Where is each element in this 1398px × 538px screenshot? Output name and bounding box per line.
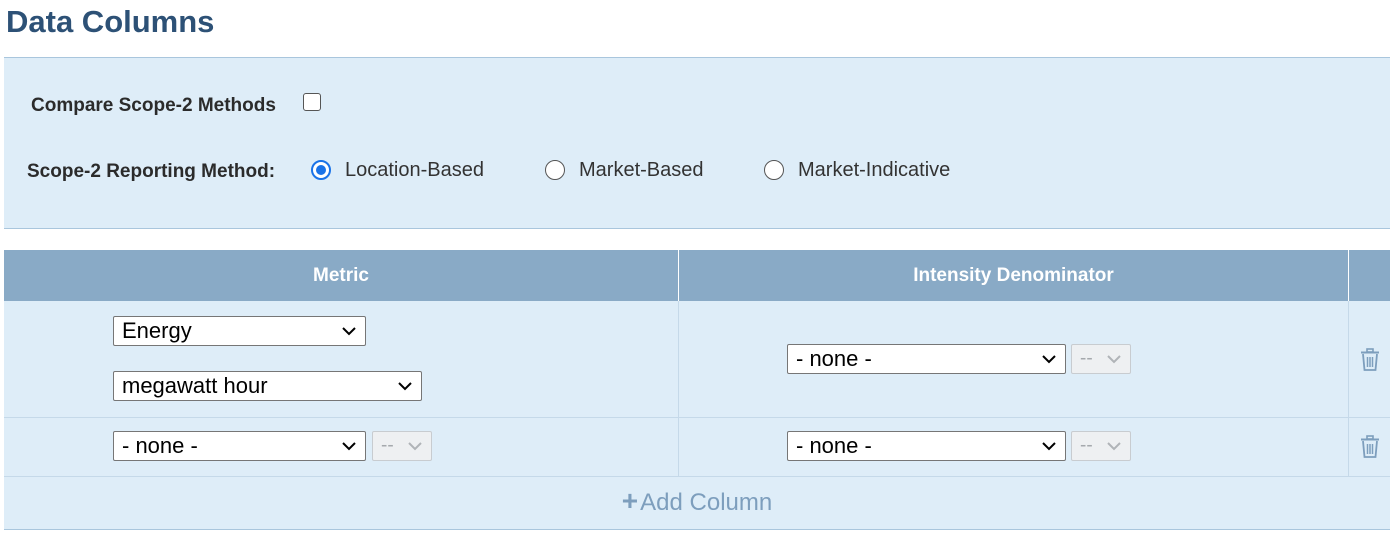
radio-location-based[interactable] <box>311 160 331 180</box>
metric-unit-value: -- <box>381 435 394 456</box>
chevron-down-icon <box>342 442 356 451</box>
column-divider <box>678 301 679 476</box>
chevron-down-icon <box>1107 355 1121 364</box>
denominator-select-value: - none - <box>796 346 872 371</box>
denominator-select-value: - none - <box>796 433 872 458</box>
scope2-options-panel: Compare Scope-2 Methods Scope-2 Reportin… <box>4 57 1390 229</box>
denominator-select[interactable]: - none - <box>787 344 1066 374</box>
chevron-down-icon <box>342 327 356 336</box>
header-metric: Metric <box>313 265 369 286</box>
reporting-method-label: Scope-2 Reporting Method: <box>27 161 276 182</box>
metric-select[interactable]: - none - <box>113 431 366 461</box>
unit-select[interactable]: megawatt hour <box>113 371 422 401</box>
metric-unit-select: -- <box>372 431 432 461</box>
radio-label-market-indicative[interactable]: Market-Indicative <box>798 159 950 182</box>
radio-label-location-based[interactable]: Location-Based <box>345 159 484 182</box>
compare-scope2-checkbox[interactable] <box>303 93 321 111</box>
metric-select-value: Energy <box>122 318 192 343</box>
header-intensity-denominator: Intensity Denominator <box>913 265 1114 286</box>
chevron-down-icon <box>1042 355 1056 364</box>
add-column-label: Add Column <box>640 489 773 516</box>
trash-icon[interactable] <box>1360 435 1380 459</box>
data-columns-table: Metric Intensity Denominator Energy mega… <box>4 250 1390 530</box>
denominator-unit-select: -- <box>1071 431 1131 461</box>
column-divider <box>1348 301 1349 476</box>
radio-market-based[interactable] <box>545 160 565 180</box>
denominator-unit-value: -- <box>1080 348 1093 369</box>
chevron-down-icon <box>408 442 422 451</box>
page-title: Data Columns <box>6 4 215 39</box>
metric-select[interactable]: Energy <box>113 316 366 346</box>
row-divider <box>4 476 1390 477</box>
chevron-down-icon <box>398 382 412 391</box>
radio-label-market-based[interactable]: Market-Based <box>579 159 704 182</box>
add-column-button[interactable]: +Add Column <box>4 485 1390 517</box>
table-header: Metric Intensity Denominator <box>4 250 1390 301</box>
header-divider <box>1348 250 1349 301</box>
metric-select-value: - none - <box>122 433 198 458</box>
denominator-select[interactable]: - none - <box>787 431 1066 461</box>
plus-icon: + <box>621 485 639 516</box>
chevron-down-icon <box>1042 442 1056 451</box>
trash-icon[interactable] <box>1360 348 1380 372</box>
unit-select-value: megawatt hour <box>122 373 268 398</box>
row-divider <box>4 417 1390 418</box>
radio-market-indicative[interactable] <box>764 160 784 180</box>
compare-scope2-label: Compare Scope-2 Methods <box>31 95 276 116</box>
denominator-unit-value: -- <box>1080 435 1093 456</box>
chevron-down-icon <box>1107 442 1121 451</box>
denominator-unit-select: -- <box>1071 344 1131 374</box>
